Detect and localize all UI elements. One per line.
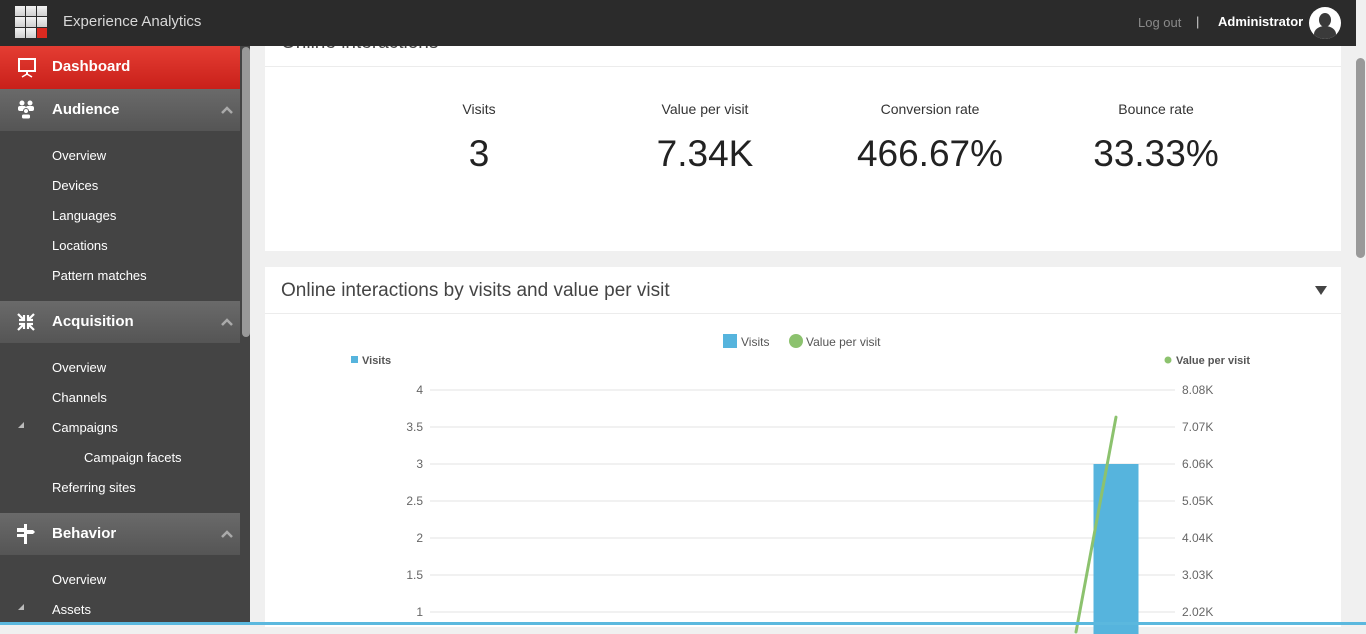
chevron-up-icon[interactable]: [221, 104, 233, 116]
kpi-conversion-rate: Conversion rate 466.67%: [820, 101, 1040, 175]
page-scrollbar[interactable]: [1356, 46, 1366, 625]
sidebar-scrollbar[interactable]: [241, 46, 250, 625]
sidebar-item-behavior-overview[interactable]: Overview: [52, 572, 106, 587]
left-axis-tick: 3.5: [406, 420, 423, 434]
sidebar-item-pattern-matches[interactable]: Pattern matches: [52, 268, 147, 283]
kpi-label: Value per visit: [661, 101, 749, 117]
people-group-icon: [18, 100, 34, 120]
arrows-inward-icon: [17, 313, 35, 331]
signpost-icon: [17, 524, 35, 544]
app-title: Experience Analytics: [63, 13, 202, 30]
sidebar-item-campaigns[interactable]: Campaigns: [52, 420, 118, 435]
right-axis-tick: 3.03K: [1182, 568, 1213, 582]
right-axis-tick: 5.05K: [1182, 494, 1213, 508]
right-axis-title-swatch: [1164, 356, 1172, 364]
right-axis-tick: 6.06K: [1182, 457, 1213, 471]
left-axis-tick: 2: [416, 531, 423, 545]
kpi-label: Visits: [462, 101, 496, 117]
panel-collapse-toggle-icon[interactable]: [1315, 286, 1327, 295]
kpi-value: 33.33%: [1093, 133, 1219, 174]
avatar-icon[interactable]: [1309, 7, 1341, 39]
logout-link[interactable]: Log out: [1138, 15, 1181, 30]
right-axis-tick: 7.07K: [1182, 420, 1213, 434]
combo-chart: Visits Value per visit Visits Value per vis…: [351, 334, 1250, 634]
legend-swatch-value-per-visit: [789, 334, 803, 348]
sidebar-item-campaign-facets[interactable]: Campaign facets: [84, 450, 182, 465]
user-name[interactable]: Administrator: [1218, 14, 1303, 29]
kpi-panel: Online interactions Visits 3 Value per v…: [265, 32, 1341, 251]
kpi-value: 466.67%: [856, 133, 1004, 174]
left-axis-title-swatch: [351, 356, 358, 363]
divider: [265, 66, 1341, 67]
kpi-label: Bounce rate: [1118, 101, 1194, 117]
chart-panel: Online interactions by visits and value …: [265, 267, 1341, 634]
legend-swatch-visits: [723, 334, 737, 348]
kpi-label: Conversion rate: [880, 101, 980, 117]
sidebar-item-dashboard[interactable]: Dashboard: [0, 46, 240, 89]
sidebar-section-label: Behavior: [52, 525, 117, 542]
left-axis-tick: 4: [416, 383, 423, 397]
sidebar-scrollbar-thumb[interactable]: [242, 47, 250, 337]
sidebar-section-behavior[interactable]: Behavior: [0, 513, 240, 555]
app-logo-icon[interactable]: [15, 6, 48, 38]
left-axis-tick: 3: [416, 457, 423, 471]
left-axis-tick: 2.5: [406, 494, 423, 508]
left-axis-tick: 1: [416, 605, 423, 619]
legend-label-visits: Visits: [741, 335, 769, 349]
kpi-bounce-rate: Bounce rate 33.33%: [1046, 101, 1266, 175]
left-axis-tick: 1.5: [406, 568, 423, 582]
sidebar-item-assets[interactable]: Assets: [52, 602, 91, 617]
top-bar: Experience Analytics Log out | Administr…: [0, 0, 1356, 46]
left-axis-title: Visits: [362, 355, 391, 367]
sidebar-item-acquisition-overview[interactable]: Overview: [52, 360, 106, 375]
sidebar-section-label: Audience: [52, 101, 120, 118]
sidebar-item-referring-sites[interactable]: Referring sites: [52, 480, 136, 495]
kpi-value: 3: [468, 133, 490, 174]
sidebar-section-acquisition[interactable]: Acquisition: [0, 301, 240, 343]
presentation-board-icon: [18, 58, 36, 78]
legend-label-value-per-visit: Value per visit: [806, 335, 881, 349]
kpi-value: 7.34K: [656, 133, 754, 174]
sidebar-item-devices[interactable]: Devices: [52, 178, 98, 193]
main-content: Online interactions Visits 3 Value per v…: [250, 32, 1356, 634]
right-axis-title: Value per visit: [1176, 355, 1250, 367]
sidebar: Dashboard Audience Overview Devices Lang…: [0, 46, 250, 625]
chevron-up-icon[interactable]: [221, 528, 233, 540]
page-scrollbar-thumb[interactable]: [1356, 58, 1365, 258]
right-axis-tick: 4.04K: [1182, 531, 1213, 545]
kpi-visits: Visits 3: [369, 101, 589, 175]
sidebar-item-label: Dashboard: [52, 58, 131, 75]
right-axis-tick: 8.08K: [1182, 383, 1213, 397]
sidebar-section-label: Acquisition: [52, 313, 134, 330]
sidebar-item-audience-overview[interactable]: Overview: [52, 148, 106, 163]
expand-triangle-icon[interactable]: [18, 604, 24, 610]
sidebar-item-channels[interactable]: Channels: [52, 390, 107, 405]
kpi-value-per-visit: Value per visit 7.34K: [595, 101, 815, 175]
sidebar-item-languages[interactable]: Languages: [52, 208, 116, 223]
sidebar-item-locations[interactable]: Locations: [52, 238, 108, 253]
expand-triangle-icon[interactable]: [18, 422, 24, 428]
chevron-up-icon[interactable]: [221, 316, 233, 328]
right-axis-tick: 2.02K: [1182, 605, 1213, 619]
header-separator: |: [1196, 14, 1200, 29]
sidebar-section-audience[interactable]: Audience: [0, 89, 240, 131]
panel-title: Online interactions by visits and value …: [281, 280, 670, 301]
bar-visits: [1093, 464, 1139, 634]
